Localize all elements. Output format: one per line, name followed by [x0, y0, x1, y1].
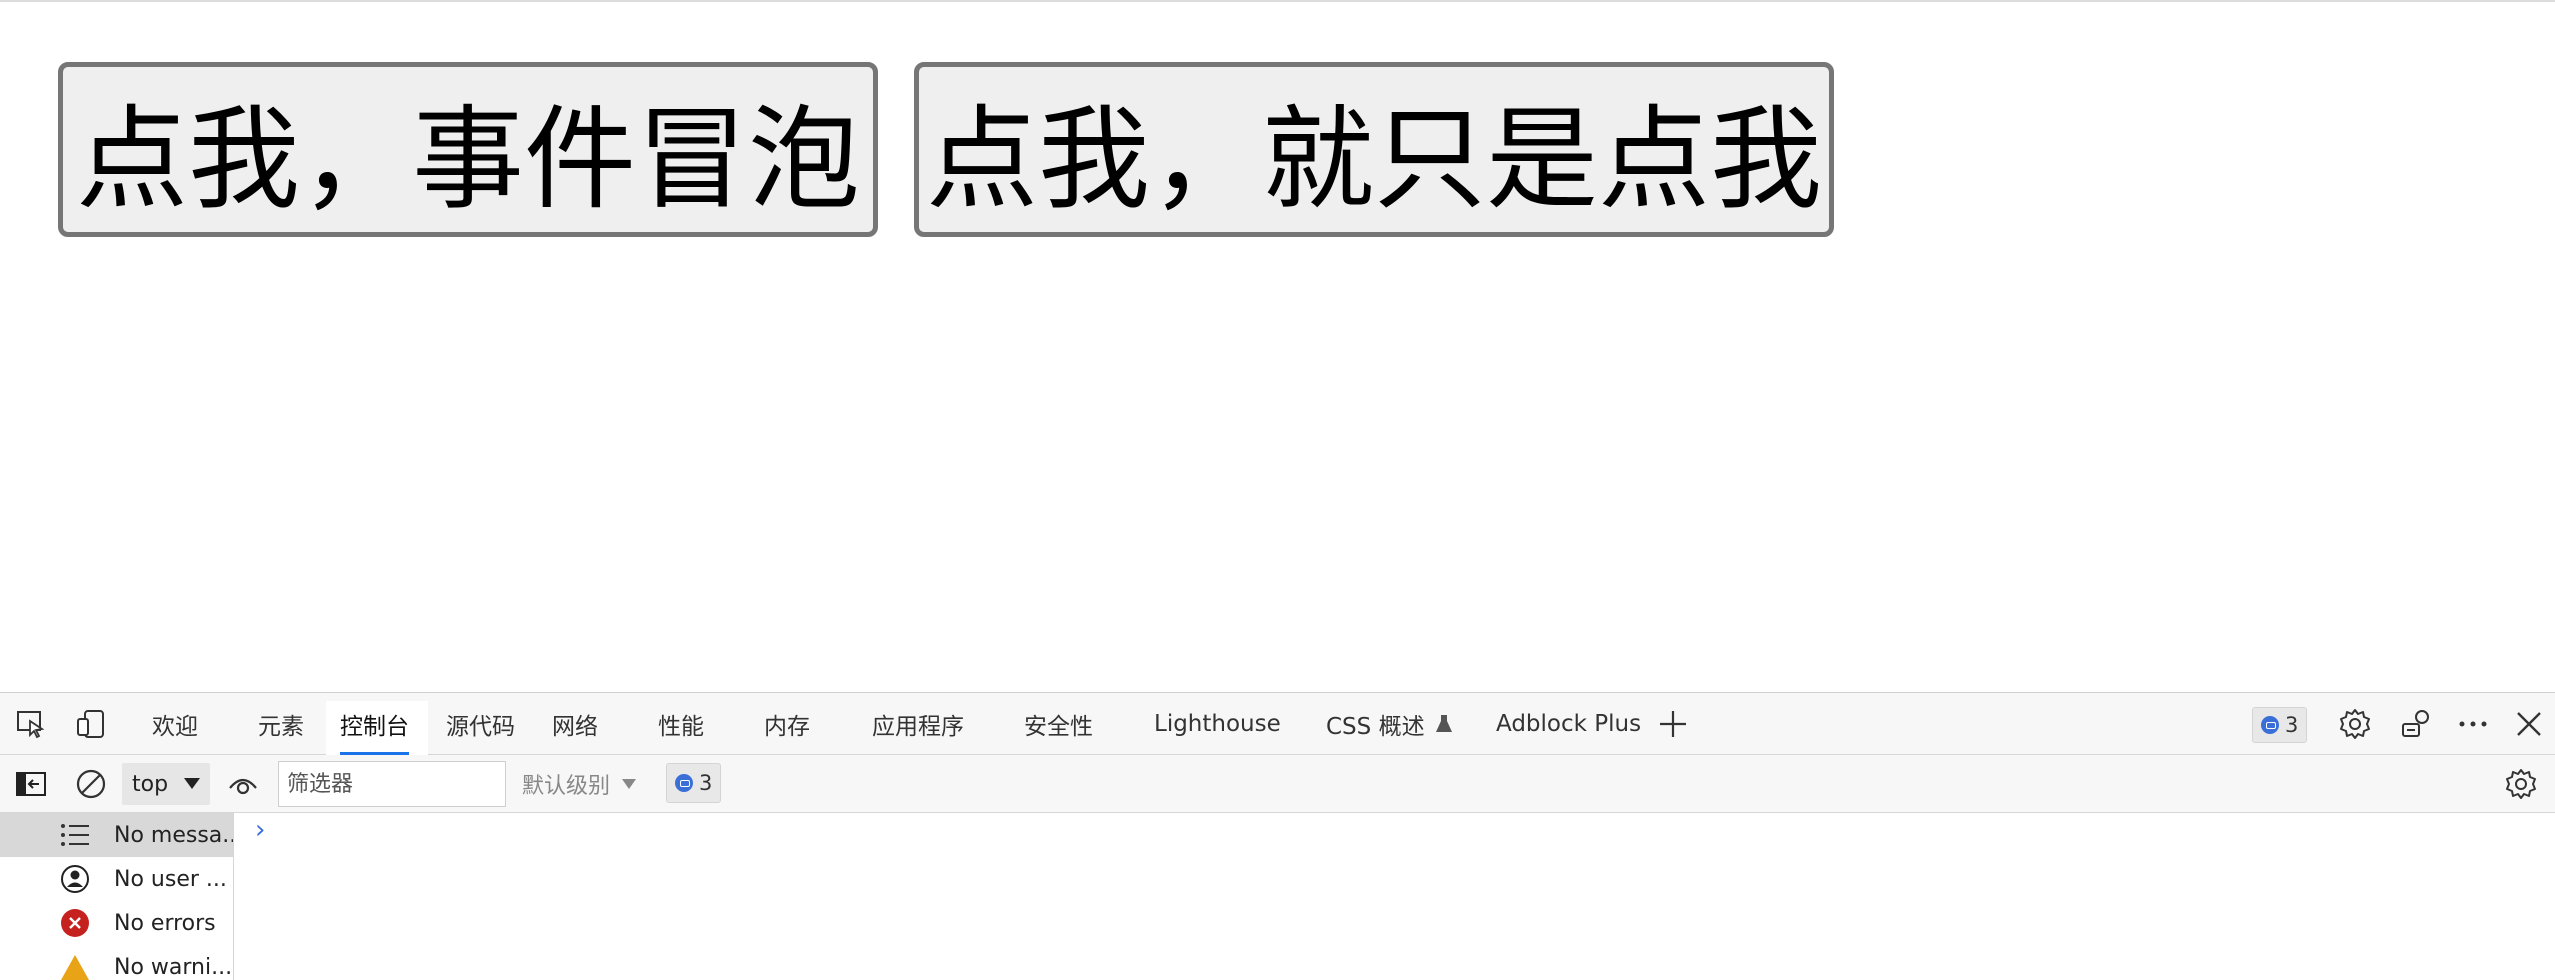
- tab-security[interactable]: 安全性: [1024, 693, 1093, 755]
- more-options-icon[interactable]: [2456, 707, 2490, 741]
- tab-console[interactable]: 控制台: [340, 693, 409, 755]
- log-level-label: 默认级别: [522, 774, 611, 799]
- toolbar-message-count-badge[interactable]: 3: [666, 763, 722, 803]
- tab-welcome[interactable]: 欢迎: [152, 693, 198, 755]
- console-sidebar: No messa... No user ... No errors No war…: [0, 813, 234, 980]
- tab-adblock-plus[interactable]: Adblock Plus: [1496, 693, 1641, 755]
- close-devtools-icon[interactable]: [2512, 707, 2546, 741]
- tab-sources[interactable]: 源代码: [446, 693, 515, 755]
- toolbar-message-count: 3: [699, 771, 713, 795]
- message-count-badge[interactable]: 3: [2252, 707, 2308, 743]
- console-output[interactable]: ›: [235, 813, 2555, 980]
- tab-css-overview[interactable]: CSS 概述: [1326, 693, 1453, 755]
- console-prompt-chevron-icon: ›: [255, 815, 266, 845]
- filter-input[interactable]: [278, 761, 506, 807]
- console-settings-gear-icon[interactable]: [2504, 767, 2538, 801]
- context-select[interactable]: top: [122, 763, 210, 805]
- devtools-tabbar: 欢迎 元素 控制台 源代码 网络 性能 内存 应用程序 安全性 Lighthou…: [0, 693, 2555, 755]
- sidebar-item-label: No warni...: [114, 954, 233, 980]
- message-icon: [2261, 716, 2279, 734]
- flask-icon: [1435, 714, 1453, 734]
- error-icon: [60, 908, 90, 938]
- sidebar-item-user-messages[interactable]: No user ...: [0, 857, 233, 901]
- sidebar-toggle-icon[interactable]: [14, 767, 48, 801]
- sidebar-item-messages[interactable]: No messa...: [0, 813, 234, 857]
- tab-performance[interactable]: 性能: [658, 693, 704, 755]
- sidebar-item-errors[interactable]: No errors: [0, 901, 233, 945]
- user-icon: [60, 864, 90, 894]
- sidebar-item-warnings[interactable]: No warni...: [0, 945, 233, 980]
- settings-gear-icon[interactable]: [2338, 707, 2372, 741]
- warning-icon: [60, 952, 90, 980]
- tab-css-overview-label: CSS 概述: [1326, 714, 1425, 740]
- clear-console-icon[interactable]: [74, 767, 108, 801]
- inspect-element-icon[interactable]: [14, 707, 48, 741]
- tab-memory[interactable]: 内存: [764, 693, 810, 755]
- add-tab-icon[interactable]: [1656, 707, 1690, 741]
- tab-lighthouse[interactable]: Lighthouse: [1154, 693, 1281, 755]
- top-divider: [0, 0, 2555, 2]
- sidebar-item-label: No user ...: [114, 866, 227, 892]
- message-count: 3: [2285, 713, 2299, 737]
- page: 点我，事件冒泡 点我，就只是点我 欢迎 元素 控制台 源代码 网络 性能 内存 …: [0, 0, 2555, 980]
- live-expression-eye-icon[interactable]: [226, 767, 260, 801]
- device-emulation-icon[interactable]: [74, 707, 108, 741]
- message-icon: [675, 774, 693, 792]
- event-bubble-button[interactable]: 点我，事件冒泡: [58, 62, 878, 237]
- tab-network[interactable]: 网络: [552, 693, 598, 755]
- list-icon: [60, 820, 90, 850]
- chevron-down-icon: [622, 779, 637, 789]
- sidebar-item-label: No messa...: [114, 822, 234, 848]
- sidebar-item-label: No errors: [114, 910, 216, 936]
- console-toolbar: top 默认级别 3: [0, 755, 2555, 813]
- chevron-down-icon: [184, 778, 200, 789]
- context-select-value: top: [132, 771, 169, 797]
- log-level-select[interactable]: 默认级别: [522, 755, 637, 813]
- click-only-button[interactable]: 点我，就只是点我: [914, 62, 1834, 237]
- feedback-icon[interactable]: [2400, 707, 2434, 741]
- tab-elements[interactable]: 元素: [258, 693, 304, 755]
- devtools-panel: 欢迎 元素 控制台 源代码 网络 性能 内存 应用程序 安全性 Lighthou…: [0, 692, 2555, 980]
- tab-application[interactable]: 应用程序: [872, 693, 964, 755]
